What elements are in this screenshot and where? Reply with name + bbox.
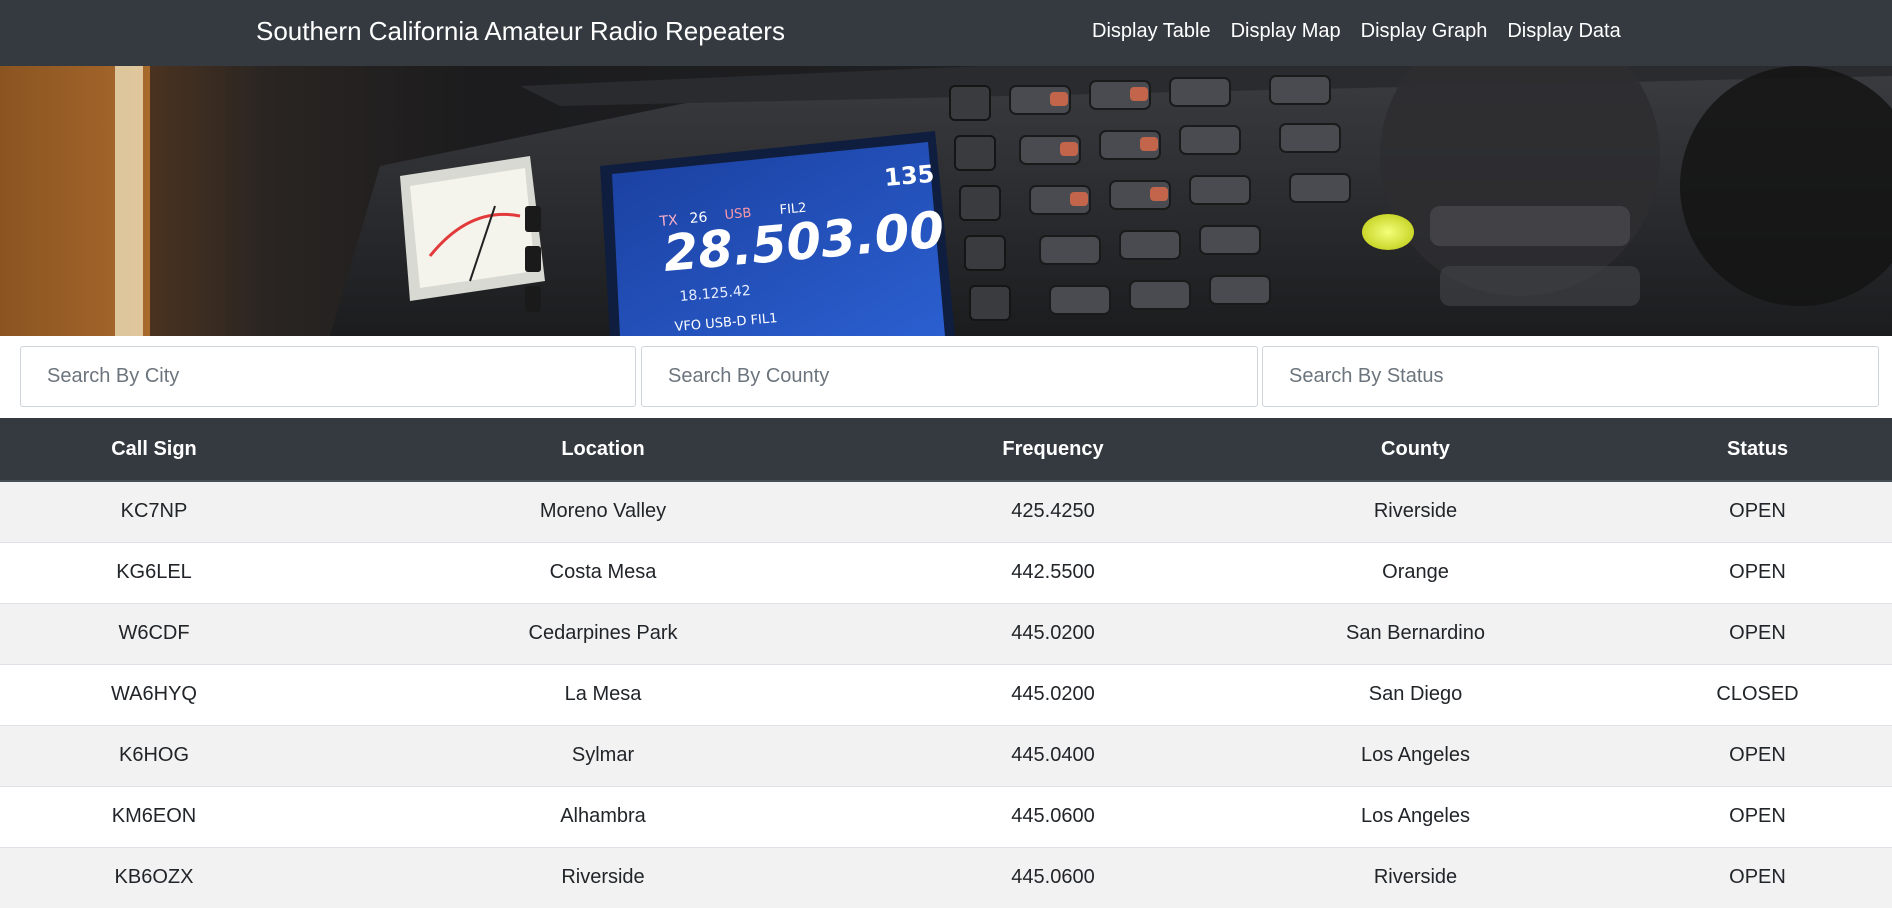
cell-location: Riverside — [308, 846, 898, 908]
cell-status: OPEN — [1623, 541, 1892, 603]
cell-location: Moreno Valley — [308, 480, 898, 542]
cell-county: Orange — [1208, 541, 1623, 603]
cell-location: Costa Mesa — [308, 541, 898, 603]
nav-display-data[interactable]: Display Data — [1497, 0, 1630, 66]
table-row[interactable]: KB6OZX Riverside 445.0600 Riverside OPEN — [0, 846, 1892, 908]
hero-radio-image: 28.503.00 18.125.42 TX 26 USB FIL2 VFO U… — [0, 66, 1892, 336]
cell-frequency: 445.0200 — [898, 602, 1208, 664]
cell-county: San Diego — [1208, 663, 1623, 725]
lcd-right-text: 135 — [883, 160, 935, 192]
header-frequency[interactable]: Frequency — [898, 418, 1208, 482]
cell-call-sign: W6CDF — [0, 602, 308, 664]
cell-county: Riverside — [1208, 846, 1623, 908]
cell-status: CLOSED — [1623, 663, 1892, 725]
header-call-sign[interactable]: Call Sign — [0, 418, 308, 482]
table-row[interactable]: KC7NP Moreno Valley 425.4250 Riverside O… — [0, 480, 1892, 542]
cell-call-sign: KC7NP — [0, 480, 308, 542]
header-location[interactable]: Location — [308, 418, 898, 482]
lcd-fil-text: FIL2 — [779, 201, 807, 218]
search-bar — [0, 336, 1892, 418]
header-status[interactable]: Status — [1623, 418, 1892, 482]
site-brand[interactable]: Southern California Amateur Radio Repeat… — [256, 0, 785, 66]
cell-county: San Bernardino — [1208, 602, 1623, 664]
cell-status: OPEN — [1623, 724, 1892, 786]
cell-frequency: 445.0600 — [898, 846, 1208, 908]
cell-status: OPEN — [1623, 785, 1892, 847]
cell-county: Los Angeles — [1208, 724, 1623, 786]
cell-location: La Mesa — [308, 663, 898, 725]
cell-call-sign: WA6HYQ — [0, 663, 308, 725]
cell-call-sign: KB6OZX — [0, 846, 308, 908]
search-city-input[interactable] — [20, 346, 636, 407]
search-county-input[interactable] — [641, 346, 1258, 407]
cell-status: OPEN — [1623, 480, 1892, 542]
cell-county: Riverside — [1208, 480, 1623, 542]
cell-location: Alhambra — [308, 785, 898, 847]
cell-frequency: 445.0400 — [898, 724, 1208, 786]
top-navbar: Southern California Amateur Radio Repeat… — [0, 0, 1892, 66]
cell-status: OPEN — [1623, 846, 1892, 908]
cell-call-sign: KG6LEL — [0, 541, 308, 603]
repeaters-table: Call Sign Location Frequency County Stat… — [0, 418, 1892, 908]
table-row[interactable]: K6HOG Sylmar 445.0400 Los Angeles OPEN — [0, 724, 1892, 786]
lcd-mode-text: USB — [724, 206, 752, 223]
table-row[interactable]: KG6LEL Costa Mesa 442.5500 Orange OPEN — [0, 541, 1892, 603]
nav-display-map[interactable]: Display Map — [1221, 0, 1351, 66]
table-row[interactable]: KM6EON Alhambra 445.0600 Los Angeles OPE… — [0, 785, 1892, 847]
cell-county: Los Angeles — [1208, 785, 1623, 847]
cell-call-sign: KM6EON — [0, 785, 308, 847]
cell-status: OPEN — [1623, 602, 1892, 664]
cell-frequency: 445.0600 — [898, 785, 1208, 847]
cell-call-sign: K6HOG — [0, 724, 308, 786]
table-header-row: Call Sign Location Frequency County Stat… — [0, 418, 1892, 482]
table-row[interactable]: WA6HYQ La Mesa 445.0200 San Diego CLOSED — [0, 663, 1892, 725]
nav-display-table[interactable]: Display Table — [1082, 0, 1221, 66]
cell-frequency: 425.4250 — [898, 480, 1208, 542]
lcd-channel-text: 26 — [689, 209, 708, 226]
nav-display-graph[interactable]: Display Graph — [1351, 0, 1498, 66]
cell-frequency: 442.5500 — [898, 541, 1208, 603]
nav-links: Display Table Display Map Display Graph … — [1082, 0, 1631, 66]
lcd-tx-text: TX — [658, 212, 679, 230]
header-county[interactable]: County — [1208, 418, 1623, 482]
radio-illustration: 28.503.00 18.125.42 TX 26 USB FIL2 VFO U… — [0, 66, 1892, 336]
table-row[interactable]: W6CDF Cedarpines Park 445.0200 San Berna… — [0, 602, 1892, 664]
cell-location: Cedarpines Park — [308, 602, 898, 664]
search-status-input[interactable] — [1262, 346, 1879, 407]
cell-location: Sylmar — [308, 724, 898, 786]
cell-frequency: 445.0200 — [898, 663, 1208, 725]
